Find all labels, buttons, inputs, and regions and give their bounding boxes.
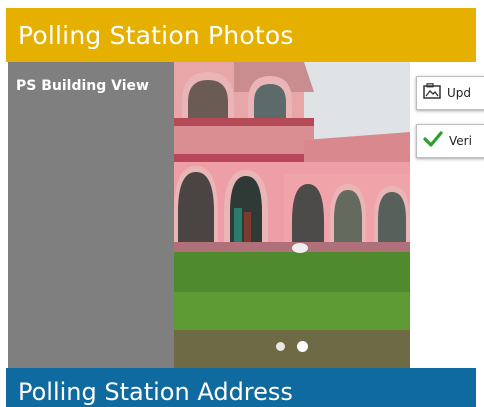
address-header: Polling Station Address [6, 368, 476, 407]
checkmark-icon [423, 131, 443, 151]
photo-pager [276, 341, 308, 352]
action-strip: Upd Veri [410, 62, 484, 368]
update-photo-label: Upd [447, 86, 472, 100]
polling-station-screen: Polling Station Photos PS Building View [0, 0, 484, 407]
pager-dot[interactable] [276, 342, 285, 351]
update-photo-button[interactable]: Upd [416, 76, 484, 110]
pager-dot-active[interactable] [297, 341, 308, 352]
view-label: PS Building View [16, 78, 149, 94]
page-title: Polling Station Photos [18, 20, 294, 50]
address-section-title: Polling Station Address [18, 378, 293, 406]
building-photo-image [174, 62, 410, 368]
image-upload-icon [423, 83, 441, 103]
verify-photo-label: Veri [449, 134, 472, 148]
photo-panel: PS Building View Upd Veri [8, 62, 484, 368]
building-photo[interactable] [174, 62, 410, 368]
photos-header: Polling Station Photos [6, 8, 476, 62]
verify-photo-button[interactable]: Veri [416, 124, 484, 158]
